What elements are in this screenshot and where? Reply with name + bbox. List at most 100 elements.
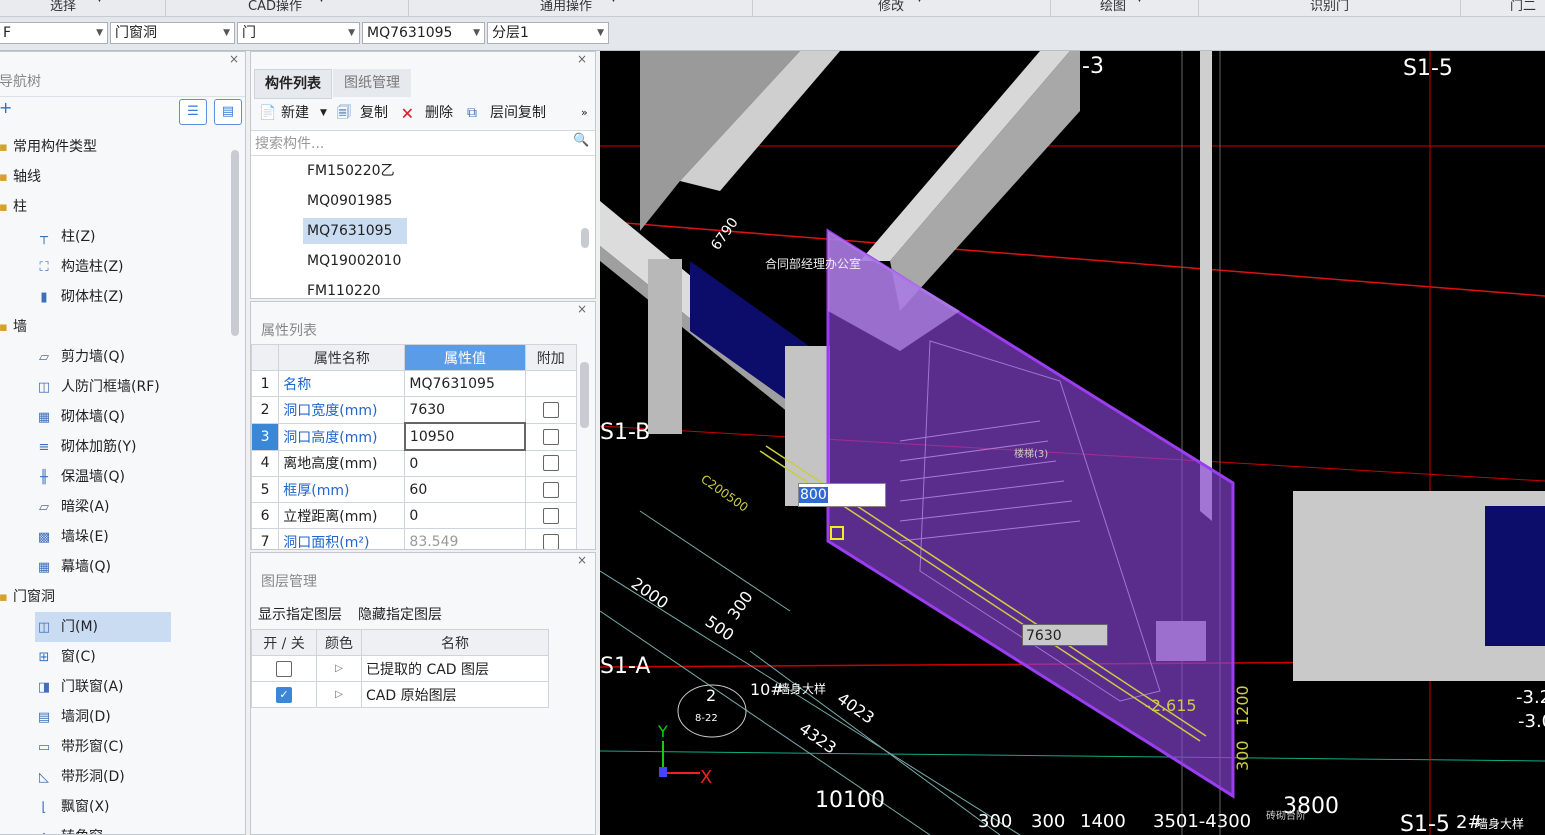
nav-item[interactable]: ◫ 门(M) bbox=[35, 612, 171, 642]
nav-item[interactable]: ▦ 砌体墙(Q) bbox=[35, 402, 125, 432]
tab-drawing-manage[interactable]: 图纸管理 bbox=[333, 69, 411, 97]
nav-item[interactable]: ▱ 暗梁(A) bbox=[35, 492, 110, 522]
nav-item[interactable]: ⛶ 构造柱(Z) bbox=[35, 252, 123, 282]
close-icon[interactable]: × bbox=[577, 302, 587, 316]
nav-item[interactable]: ◨ 门联窗(A) bbox=[35, 672, 124, 702]
chevron-down-icon[interactable]: ▼ bbox=[320, 98, 327, 128]
property-row[interactable]: 2 洞口宽度(mm) 7630 bbox=[251, 396, 577, 424]
layer-toggle-checkbox[interactable] bbox=[276, 660, 292, 677]
nav-item[interactable]: ▪墙 bbox=[0, 312, 27, 342]
layer-toggle-cell[interactable]: ✓ bbox=[251, 681, 317, 708]
component-item[interactable]: MQ7631095 bbox=[303, 218, 407, 244]
list-view-icon[interactable]: ☰ bbox=[179, 99, 207, 125]
menu-door-2[interactable]: 门二 bbox=[1510, 0, 1536, 14]
scrollbar[interactable] bbox=[580, 362, 589, 428]
nav-item[interactable]: ▱ 剪力墙(Q) bbox=[35, 342, 125, 372]
component-item[interactable]: MQ0901985 bbox=[303, 188, 396, 214]
nav-item[interactable]: ▩ 墙垛(E) bbox=[35, 522, 109, 552]
nav-item[interactable]: ⌊ 飘窗(X) bbox=[35, 792, 109, 822]
cad-drawing[interactable]: -3 S1-5 S1-B S1-A 合同部经理办公室 C200500 2000 … bbox=[600, 51, 1545, 835]
property-row[interactable]: 5 框厚(mm) 60 bbox=[251, 476, 577, 503]
delete-button[interactable]: 删除 bbox=[425, 98, 453, 128]
close-icon[interactable]: × bbox=[229, 52, 239, 66]
extra-checkbox[interactable] bbox=[542, 481, 559, 498]
prop-extra-cell[interactable] bbox=[524, 502, 577, 529]
property-row[interactable]: 3 洞口高度(mm) 10950 bbox=[251, 422, 577, 451]
subtype-select[interactable]: 门 ▼ bbox=[237, 22, 360, 44]
layer-select[interactable]: 分层1 ▼ bbox=[487, 22, 609, 44]
layer-copy-button[interactable]: 层间复制 bbox=[490, 98, 546, 128]
tab-component-list[interactable]: 构件列表 bbox=[254, 69, 332, 99]
close-icon[interactable]: × bbox=[577, 553, 587, 567]
extra-checkbox[interactable] bbox=[543, 428, 559, 445]
extra-checkbox[interactable] bbox=[542, 507, 559, 524]
prop-value[interactable]: 60 bbox=[404, 476, 526, 503]
prop-extra-cell[interactable] bbox=[524, 528, 577, 549]
prop-extra-cell[interactable] bbox=[524, 449, 577, 477]
component-select[interactable]: MQ7631095 ▼ bbox=[362, 22, 485, 44]
overflow-icon[interactable]: » bbox=[581, 98, 588, 128]
nav-item[interactable]: ◫ 人防门框墙(RF) bbox=[35, 372, 160, 402]
prop-extra-cell[interactable] bbox=[524, 370, 577, 397]
prop-value[interactable]: 0 bbox=[404, 502, 526, 529]
nav-item[interactable]: ▤ 墙洞(D) bbox=[35, 702, 111, 732]
layer-row[interactable]: ✓ ▷ CAD 原始图层 bbox=[251, 681, 549, 708]
component-item[interactable]: FM110220 bbox=[303, 278, 385, 298]
property-row[interactable]: 4 离地高度(mm) 0 bbox=[251, 449, 577, 477]
prop-extra-cell[interactable] bbox=[524, 476, 577, 503]
extra-checkbox[interactable] bbox=[542, 533, 559, 549]
nav-item[interactable]: ▮ 砌体柱(Z) bbox=[35, 282, 123, 312]
prop-extra-cell[interactable] bbox=[524, 422, 577, 451]
prop-value[interactable]: 10950 bbox=[403, 422, 527, 451]
nav-item[interactable]: ╫ 保温墙(Q) bbox=[35, 462, 125, 492]
nav-item[interactable]: ▭ 带形窗(C) bbox=[35, 732, 124, 762]
component-item[interactable]: MQ19002010 bbox=[303, 248, 405, 274]
dimension-input[interactable]: 800 bbox=[798, 483, 886, 507]
prop-value[interactable]: 0 bbox=[404, 449, 526, 477]
expand-icon[interactable]: ▷ bbox=[316, 681, 362, 708]
close-icon[interactable]: × bbox=[577, 52, 587, 66]
prop-extra-cell[interactable] bbox=[524, 396, 577, 424]
nav-item[interactable]: ≡ 砌体加筋(Y) bbox=[35, 432, 137, 462]
layer-toggle-cell[interactable] bbox=[251, 655, 317, 682]
prop-value[interactable]: 7630 bbox=[404, 396, 526, 424]
scrollbar[interactable] bbox=[231, 150, 239, 336]
property-row[interactable]: 6 立樘距离(mm) 0 bbox=[251, 502, 577, 529]
nav-item[interactable]: ◇ 转角窗 bbox=[35, 822, 103, 834]
menu-identify-door[interactable]: 识别门 bbox=[1310, 0, 1349, 14]
nav-item[interactable]: ▪ 常用构件类型 bbox=[0, 132, 97, 162]
show-layer-button[interactable]: 显示指定图层 bbox=[258, 604, 342, 624]
extra-checkbox[interactable] bbox=[542, 455, 559, 472]
add-icon[interactable]: + bbox=[0, 98, 12, 117]
expand-icon[interactable]: ▷ bbox=[316, 655, 362, 682]
search-input[interactable]: 搜索构件... bbox=[255, 133, 324, 153]
nav-item[interactable]: ▪ 门窗洞 bbox=[0, 582, 55, 612]
layer-row[interactable]: ▷ 已提取的 CAD 图层 bbox=[251, 655, 549, 682]
menu-cad-ops[interactable]: CAD操作 bbox=[248, 0, 302, 14]
floor-select[interactable]: F ▼ bbox=[0, 22, 108, 44]
cad-viewport[interactable]: -3 S1-5 S1-B S1-A 合同部经理办公室 C200500 2000 … bbox=[600, 51, 1545, 835]
menu-modify[interactable]: 修改 bbox=[878, 0, 904, 14]
new-button[interactable]: 新建 bbox=[281, 98, 309, 128]
menu-general-ops[interactable]: 通用操作 bbox=[540, 0, 592, 14]
menu-select[interactable]: 选择 bbox=[50, 0, 76, 14]
menu-draw[interactable]: 绘图 bbox=[1100, 0, 1126, 14]
copy-button[interactable]: 复制 bbox=[360, 98, 388, 128]
property-row[interactable]: 1 名称 MQ7631095 bbox=[251, 370, 577, 397]
component-item[interactable]: FM150220乙 bbox=[303, 158, 399, 184]
width-dimension-box[interactable]: 7630 bbox=[1022, 624, 1108, 646]
nav-item[interactable]: ┬ 柱(Z) bbox=[35, 222, 95, 252]
hide-layer-button[interactable]: 隐藏指定图层 bbox=[358, 604, 442, 624]
nav-item[interactable]: ⊞ 窗(C) bbox=[35, 642, 96, 672]
search-icon[interactable]: 🔍 bbox=[573, 133, 589, 148]
component-search[interactable]: 搜索构件... 🔍 bbox=[251, 130, 595, 156]
extra-checkbox[interactable] bbox=[542, 401, 559, 418]
nav-item[interactable]: ▦ 幕墙(Q) bbox=[35, 552, 111, 582]
type-select[interactable]: 门窗洞 ▼ bbox=[110, 22, 235, 44]
prop-value[interactable]: MQ7631095 bbox=[404, 370, 526, 397]
layer-toggle-checkbox[interactable]: ✓ bbox=[276, 686, 292, 703]
nav-item[interactable]: ◺ 带形洞(D) bbox=[35, 762, 125, 792]
property-row[interactable]: 7 洞口面积(m²) 83.549 bbox=[251, 528, 577, 549]
nav-item[interactable]: ▪柱 bbox=[0, 192, 27, 222]
prop-value[interactable]: 83.549 bbox=[404, 528, 526, 549]
